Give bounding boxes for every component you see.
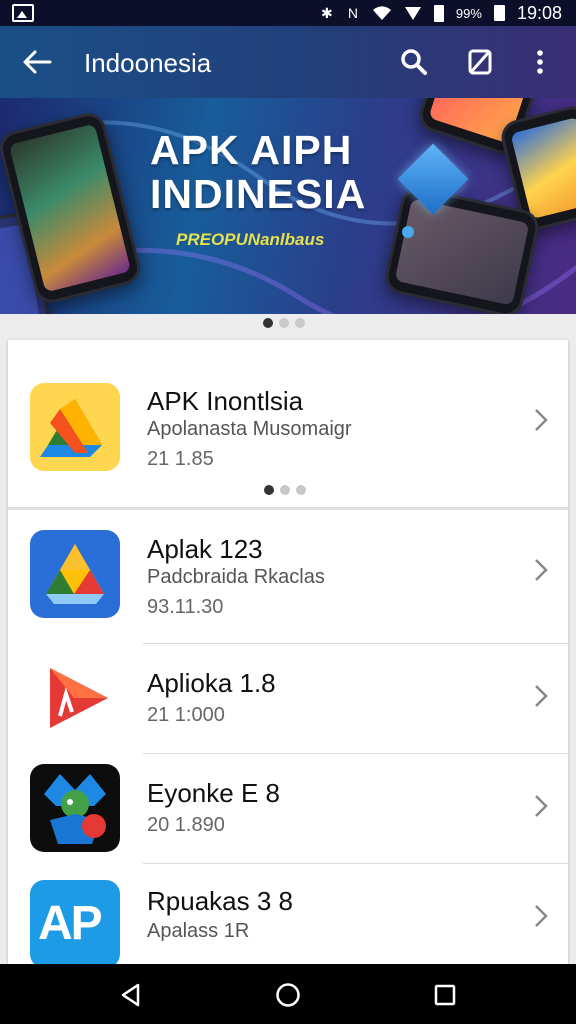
nav-recents-icon[interactable] — [432, 982, 458, 1008]
promo-banner[interactable]: APK AIPH INDINESIA PREOPUNanlbaus — [0, 98, 576, 314]
mascot-app-icon — [30, 764, 120, 852]
search-icon[interactable] — [398, 46, 430, 78]
drive-app-icon — [30, 383, 120, 471]
back-arrow-icon[interactable] — [22, 48, 52, 76]
chevron-right-icon — [535, 559, 548, 581]
banner-title-line1: APK AIPH — [150, 127, 353, 173]
status-time: 19:08 — [516, 2, 562, 23]
app-subtitle: Apolanasta Musomaigr — [147, 418, 352, 440]
status-bar: ✱ N 99% 19:08 — [0, 0, 576, 26]
app-name: Aplak 123 — [147, 534, 263, 564]
bubble-decoration — [402, 226, 414, 238]
status-icons: ✱ N 99% 19:08 — [320, 3, 562, 23]
app-meta: 93.11.30 — [147, 596, 224, 618]
rotate-icon[interactable] — [464, 46, 496, 78]
app-name: Aplioka 1.8 — [147, 668, 276, 698]
chevron-right-icon — [535, 685, 548, 707]
red-arrow-app-icon — [30, 654, 120, 742]
chevron-right-icon — [535, 795, 548, 817]
page-title: Indoonesia — [84, 48, 212, 78]
image-icon — [12, 4, 34, 22]
banner-title: APK AIPH INDINESIA — [150, 128, 366, 216]
card-pager[interactable] — [264, 485, 306, 495]
list-item[interactable]: AP Rpuakas 3 8 Apalass 1R — [8, 864, 568, 970]
app-name: Eyonke E 8 — [147, 778, 280, 808]
app-name: Rpuakas 3 8 — [147, 886, 293, 916]
more-vert-icon[interactable] — [524, 46, 556, 78]
pager-dot[interactable] — [296, 485, 306, 495]
signal-icon — [404, 7, 421, 20]
nfc-icon: N — [347, 5, 358, 21]
list-item[interactable]: Aplioka 1.8 21 1:000 — [8, 644, 568, 754]
app-meta: 21 1.85 — [147, 448, 214, 470]
banner-subtitle: PREOPUNanlbaus — [176, 230, 325, 249]
battery-level-icon — [493, 5, 505, 21]
app-meta: 21 1:000 — [147, 704, 225, 726]
chevron-right-icon — [535, 409, 548, 431]
bluetooth-icon: ✱ — [321, 5, 333, 21]
pager-dot[interactable] — [263, 318, 273, 328]
pager-dot[interactable] — [295, 318, 305, 328]
system-nav-bar — [0, 964, 576, 1024]
list-item[interactable]: Eyonke E 8 20 1.890 — [8, 754, 568, 864]
app-list-card: APK Inontlsia Apolanasta Musomaigr 21 1.… — [8, 340, 568, 970]
pager-dot[interactable] — [279, 318, 289, 328]
pager-dot[interactable] — [280, 485, 290, 495]
drive-app-icon — [30, 530, 120, 618]
app-bar: Indoonesia — [0, 26, 576, 98]
app-subtitle: Padcbraida Rkaclas — [147, 566, 325, 588]
ap-logo-text: AP — [38, 897, 103, 950]
app-meta: 20 1.890 — [147, 814, 225, 836]
nav-back-icon[interactable] — [118, 982, 144, 1008]
battery-icon — [433, 4, 444, 22]
app-name: APK Inontlsia — [147, 386, 304, 416]
banner-title-line2: INDINESIA — [150, 171, 367, 217]
list-item[interactable]: Aplak 123 Padcbraida Rkaclas 93.11.30 — [8, 510, 568, 643]
battery-text: 99% — [455, 5, 482, 21]
wifi-icon — [372, 6, 391, 20]
app-subtitle: Apalass 1R — [147, 920, 250, 942]
nav-home-icon[interactable] — [275, 982, 301, 1008]
ap-app-icon: AP — [30, 880, 120, 968]
pager-dot[interactable] — [264, 485, 274, 495]
chevron-right-icon — [535, 905, 548, 927]
banner-pager[interactable] — [263, 318, 305, 328]
list-item[interactable]: APK Inontlsia Apolanasta Musomaigr 21 1.… — [8, 340, 568, 508]
